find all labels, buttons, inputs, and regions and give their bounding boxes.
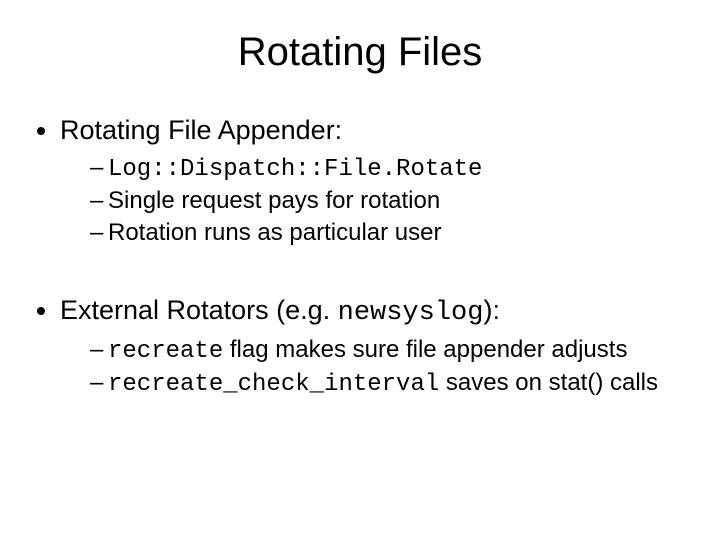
sub-text: flag makes sure file appender adjusts <box>223 336 627 363</box>
sub-text: Single request pays for rotation <box>108 187 440 214</box>
sub-item: Single request pays for rotation <box>90 187 690 215</box>
sub-text: Rotation runs as particular user <box>108 219 442 246</box>
bullet-list: Rotating File Appender: Log::Dispatch::F… <box>30 115 690 398</box>
sub-item: recreate_check_interval saves on stat() … <box>90 369 690 398</box>
sub-item: recreate flag makes sure file appender a… <box>90 336 690 365</box>
code-text: recreate_check_interval <box>108 371 439 398</box>
sub-list: Log::Dispatch::File.Rotate Single reques… <box>60 154 690 247</box>
slide: Rotating Files Rotating File Appender: L… <box>0 0 720 540</box>
sub-item: Log::Dispatch::File.Rotate <box>90 154 690 183</box>
spacer <box>60 253 690 289</box>
bullet-label-post: ): <box>483 295 500 325</box>
sub-list: recreate flag makes sure file appender a… <box>60 336 690 398</box>
sub-text: saves on stat() calls <box>439 369 658 396</box>
code-text: recreate <box>108 338 223 365</box>
code-text: Log::Dispatch::File.Rotate <box>108 156 482 183</box>
bullet-label: Rotating File Appender: <box>60 115 342 145</box>
slide-title: Rotating Files <box>30 30 690 75</box>
bullet-label-pre: External Rotators (e.g. <box>60 295 338 325</box>
bullet-external-rotators: External Rotators (e.g. newsyslog): recr… <box>60 295 690 398</box>
bullet-rotating-file-appender: Rotating File Appender: Log::Dispatch::F… <box>60 115 690 247</box>
bullet-label-code: newsyslog <box>338 298 484 328</box>
sub-item: Rotation runs as particular user <box>90 219 690 247</box>
